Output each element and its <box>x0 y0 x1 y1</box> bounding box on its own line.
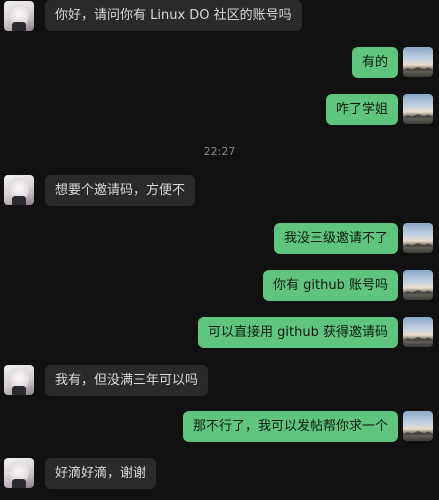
message-bubble-outgoing[interactable]: 可以直接用 github 获得邀请码 <box>198 317 398 348</box>
self-avatar-icon[interactable] <box>403 94 433 124</box>
message-row: 可以直接用 github 获得邀请码 <box>0 317 439 348</box>
message-bubble-outgoing[interactable]: 有的 <box>351 47 398 78</box>
message-row: 你有 github 账号吗 <box>0 270 439 301</box>
self-avatar-icon[interactable] <box>403 411 433 441</box>
message-row: 想要个邀请码，方便不 <box>0 175 439 206</box>
message-bubble-incoming[interactable]: 好滴好滴，谢谢 <box>45 458 157 489</box>
message-row: 咋了学姐 <box>0 94 439 125</box>
message-row: 好滴好滴，谢谢 <box>0 458 439 489</box>
contact-avatar-icon[interactable] <box>4 175 34 205</box>
contact-avatar-icon[interactable] <box>4 365 34 395</box>
message-bubble-incoming[interactable]: 你好，请问你有 Linux DO 社区的账号吗 <box>45 0 302 31</box>
message-bubble-outgoing[interactable]: 那不行了，我可以发帖帮你求一个 <box>182 411 398 442</box>
self-avatar-icon[interactable] <box>403 223 433 253</box>
message-bubble-incoming[interactable]: 想要个邀请码，方便不 <box>45 175 196 206</box>
self-avatar-icon[interactable] <box>403 317 433 347</box>
message-bubble-incoming[interactable]: 我有，但没满三年可以吗 <box>45 365 209 396</box>
message-bubble-outgoing[interactable]: 你有 github 账号吗 <box>263 270 398 301</box>
self-avatar-icon[interactable] <box>403 47 433 77</box>
chat-timestamp: 22:27 <box>203 145 236 158</box>
message-row: 有的 <box>0 47 439 78</box>
contact-avatar-icon[interactable] <box>4 458 34 488</box>
message-row: 我没三级邀请不了 <box>0 223 439 254</box>
contact-avatar-icon[interactable] <box>4 1 34 31</box>
message-row: 你好，请问你有 Linux DO 社区的账号吗 <box>0 0 439 31</box>
message-bubble-outgoing[interactable]: 咋了学姐 <box>325 94 398 125</box>
message-row: 我有，但没满三年可以吗 <box>0 365 439 396</box>
self-avatar-icon[interactable] <box>403 270 433 300</box>
message-bubble-outgoing[interactable]: 我没三级邀请不了 <box>273 223 398 254</box>
message-row: 那不行了，我可以发帖帮你求一个 <box>0 411 439 442</box>
chat-window: 你好，请问你有 Linux DO 社区的账号吗 有的 咋了学姐 22:27 想要… <box>0 0 439 500</box>
